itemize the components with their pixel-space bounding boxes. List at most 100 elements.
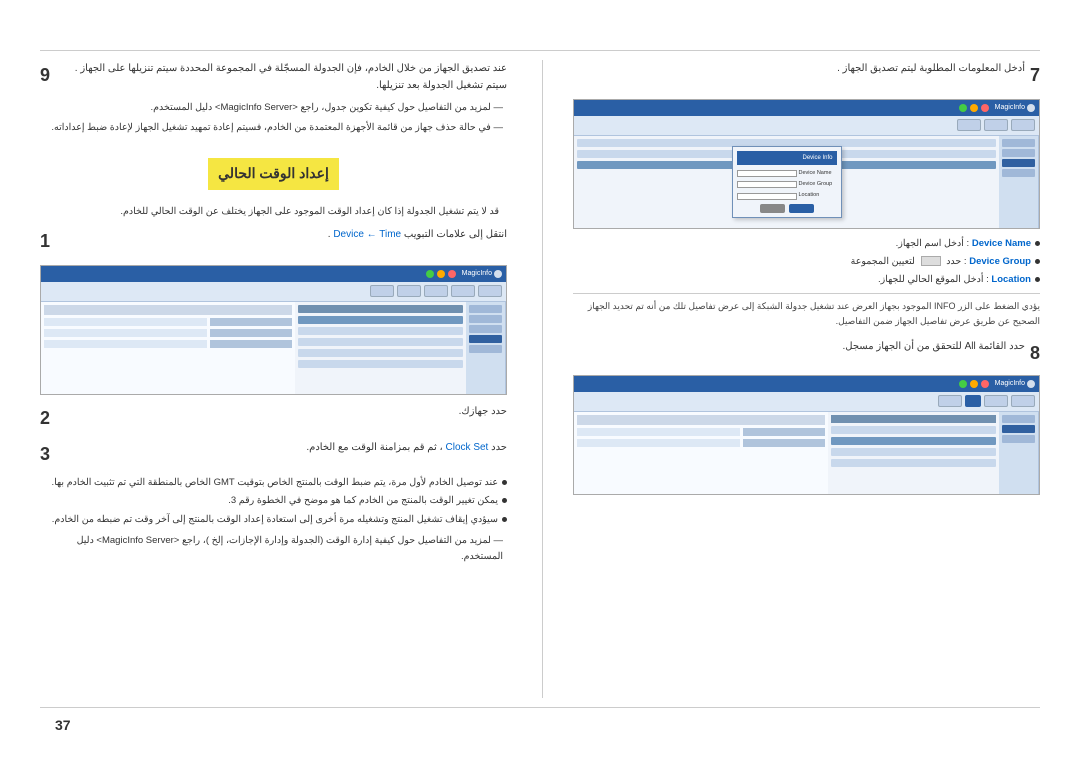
mock-min-b [970,380,978,388]
mock-row-1 [298,316,463,324]
step-7-text: أدخل المعلومات المطلوبة ليتم تصديق الجها… [837,63,1025,74]
rsidebar-2 [1002,149,1035,157]
mock-bbtn-3 [938,395,962,407]
bullet-dot-2 [502,498,507,503]
sub-bullet-1: عند توصيل الخادم لأول مرة، يتم ضبط الوقت… [40,476,507,490]
bullet-1-label: Device Name [972,238,1031,249]
dialog-label-group: Device Group [799,180,837,189]
mock-sidebar-1 [466,302,506,394]
mock-title-right: MagicInfo [995,102,1025,114]
step-3: 3 حدد Clock Set ، ثم قم بمزامنة الوقت مع… [40,439,507,470]
step-1-period: . [328,229,331,240]
dialog-row-location: Location [737,191,837,200]
step-8-text: حدد القائمة All للتحقق من أن الجهاز مسجل… [843,341,1025,352]
bdetail-4 [743,439,825,447]
step-8: 8 حدد القائمة All للتحقق من أن الجهاز مس… [573,338,1040,369]
sub-bullet-3-text: سيؤدي إيقاف تشغيل المنتج وتشغيله مرة أخر… [52,513,498,527]
sub-bullet-2-text: يمكن تغيير الوقت بالمنتج من الخادم كما ه… [228,494,498,508]
mock-max-b [959,380,967,388]
column-divider [542,60,543,698]
mock-detail-3 [44,318,207,326]
dialog-buttons [737,204,837,213]
right-bullet-2-text: Device Group : حدد لتعيين المجموعة [851,255,1031,269]
right-bullet-2: Device Group : حدد لتعيين المجموعة [573,255,1040,269]
sidebar-item-1 [469,305,502,313]
section-title: إعداد الوقت الحالي [208,158,339,190]
sub-bullet-2: يمكن تغيير الوقت بالمنتج من الخادم كما ه… [40,494,507,508]
rsidebar-3 [1002,159,1035,167]
step-3-text: حدد [491,442,507,453]
step-7-number: 7 [1030,60,1040,91]
bullet-2-text: : حدد [946,256,966,267]
dialog-label-name: Device Name [799,169,837,178]
bmock-row-3 [831,448,996,456]
mock-dot-b1 [1027,380,1035,388]
bmock-row-2 [831,437,996,445]
mock-min [437,270,445,278]
mock-rbtn-3 [957,119,981,131]
right-dot-2 [1035,259,1040,264]
mock-max-r [959,104,967,112]
page-container: 3 7 9 عند تصديق الجهاز من خلال الخادم، فإ… [0,0,1080,763]
mock-detail-area [41,302,295,394]
bdetail-3 [577,428,740,436]
step-9-number: 9 [40,60,50,91]
bdetail-5 [577,439,740,447]
sidebar-item-5 [469,345,502,353]
mock-row-5 [298,360,463,368]
mock-close-r [981,104,989,112]
note-2: — في حالة حذف جهاز من قائمة الأجهزة المع… [40,120,507,136]
dialog-row-group: Device Group [737,180,837,189]
mock-body-1 [41,302,506,394]
mock-detail-4 [210,329,292,337]
note-1: — لمزيد من التفاصيل حول كيفية تكوين جدول… [40,100,507,116]
bsidebar-2 [1002,425,1035,433]
step-2-text: حدد جهازك. [459,406,507,417]
right-dot-1 [1035,241,1040,246]
mock-toolbar-bottom [574,392,1039,412]
mock-close-b [981,380,989,388]
mock-dot-1 [494,270,502,278]
mock-bbtn-active [965,395,981,407]
bullet-1-text: : أدخل اسم الجهاز. [896,238,970,249]
right-bullet-3: Location : أدخل الموقع الحالي للجهاز. [573,273,1040,287]
step-3-number: 3 [40,439,50,470]
sub-bullets: عند توصيل الخادم لأول مرة، يتم ضبط الوقت… [40,476,507,527]
bullet-2-label: Device Group [969,256,1031,267]
sidebar-item-4 [469,335,502,343]
mock-rbtn-1 [1011,119,1035,131]
mock-title-1: MagicInfo [462,268,492,280]
mock-close [448,270,456,278]
section-note: قد لا يتم تشغيل الجدولة إذا كان إعداد ال… [40,204,507,220]
mock-body-bottom [574,412,1039,494]
top-divider [40,50,1040,51]
rsidebar-1 [1002,139,1035,147]
bmock-row-1 [831,426,996,434]
step-2-number: 2 [40,403,50,434]
step-9-text: عند تصديق الجهاز من خلال الخادم، فإن الج… [75,63,507,91]
bmock-row-4 [831,459,996,467]
bdetail-1 [577,415,825,425]
mock-sidebar-right [999,136,1039,228]
dialog-input-location [737,193,797,200]
final-note: — لمزيد من التفاصيل حول كيفية إدارة الوق… [40,533,507,565]
right-dot-3 [1035,277,1040,282]
bottom-divider [40,707,1040,708]
bdetail-2 [743,428,825,436]
right-column: 7 أدخل المعلومات المطلوبة ليتم تصديق الج… [573,60,1040,698]
bullet-3-text: : أدخل الموقع الحالي للجهاز. [878,274,989,285]
step-1-blue: Device ← Time [333,229,401,240]
step-3-suffix: ، ثم قم بمزامنة الوقت مع الخادم. [306,442,442,453]
screenshot-right-bottom: MagicInfo [573,375,1040,495]
mock-title-bottom: MagicInfo [995,378,1025,390]
bsidebar-3 [1002,435,1035,443]
mock-header-right: MagicInfo [574,100,1039,116]
main-content: 9 عند تصديق الجهاز من خلال الخادم، فإن ا… [40,60,1040,698]
right-bullet-1-text: Device Name : أدخل اسم الجهاز. [896,237,1031,251]
bullet-2-suffix: لتعيين المجموعة [851,256,915,267]
mock-body-right: Device Info Device Name Device Group Loc… [574,136,1039,228]
mock-toolbar-1 [41,282,506,302]
mock-main-right: Device Info Device Name Device Group Loc… [574,136,999,228]
right-bullet-3-text: Location : أدخل الموقع الحالي للجهاز. [878,273,1031,287]
mock-list-area [295,302,466,394]
